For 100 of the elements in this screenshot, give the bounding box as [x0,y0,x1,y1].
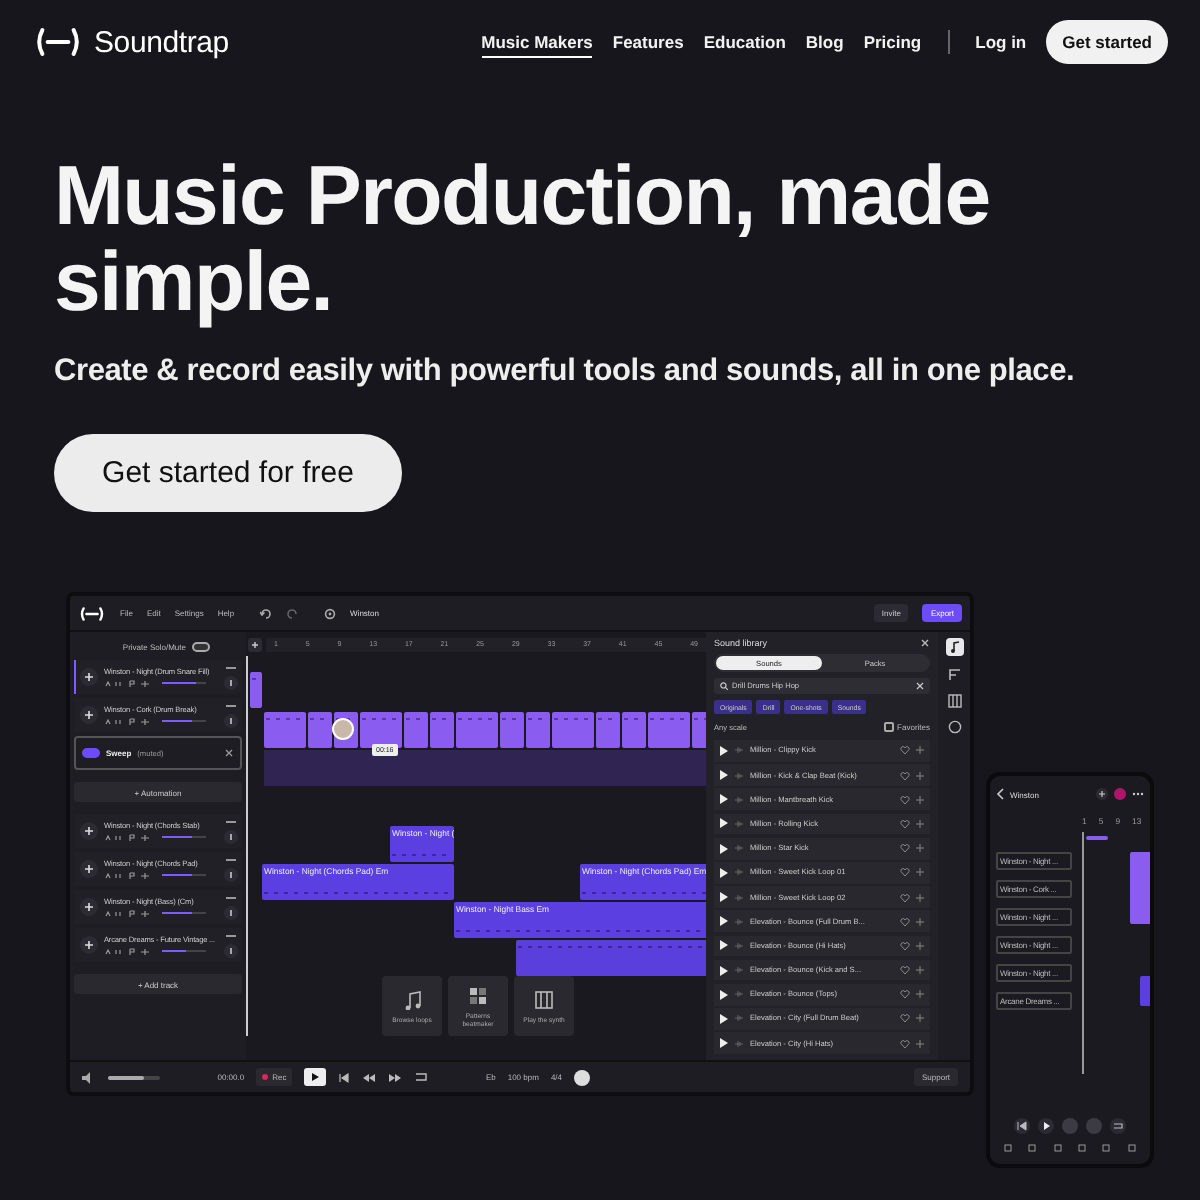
heart-icon[interactable] [900,1039,910,1048]
nav-link[interactable]: Features [612,27,684,57]
user-avatar[interactable] [574,1069,590,1085]
speaker-icon[interactable] [82,1071,96,1083]
mute-solo-icon[interactable] [104,909,124,917]
minimize-icon[interactable] [226,665,236,669]
mute-solo-icon[interactable] [104,679,124,687]
play-icon[interactable] [720,745,728,756]
heart-icon[interactable] [900,941,910,950]
redo-icon[interactable] [286,607,299,619]
automation-toggle[interactable] [82,748,100,758]
play-icon[interactable] [720,916,728,927]
minimize-icon[interactable] [226,857,236,861]
audio-clip[interactable] [516,940,706,976]
play-icon[interactable] [720,770,728,781]
logo-icon[interactable] [32,26,84,58]
logo-text[interactable]: Soundtrap [94,25,229,59]
piano-keys-icon[interactable] [947,694,961,708]
get-started-button[interactable]: Get started [1046,20,1168,64]
square-icon[interactable] [1102,1143,1111,1151]
nav-link[interactable]: Education [703,27,786,57]
minimize-icon[interactable] [226,819,236,823]
track-menu-icon[interactable] [224,829,238,843]
fx-icon[interactable] [140,833,150,841]
minimize-icon[interactable] [226,933,236,937]
audio-clip[interactable] [526,712,550,748]
track-menu-icon[interactable] [224,675,238,689]
mute-solo-icon[interactable] [104,947,124,955]
track-menu-icon[interactable] [224,905,238,919]
audio-clip[interactable] [360,712,402,748]
play-icon[interactable] [720,892,728,903]
mute-solo-icon[interactable] [104,871,124,879]
track-icon[interactable] [80,706,98,724]
play-icon[interactable] [720,843,728,854]
gear-icon[interactable] [324,607,337,619]
fast-forward-icon[interactable] [388,1071,403,1083]
track-menu-icon[interactable] [224,943,238,957]
heart-icon[interactable] [900,966,910,975]
square-icon[interactable] [1028,1143,1037,1151]
audio-clip[interactable] [692,712,706,748]
track-icon[interactable] [80,936,98,954]
audio-clip[interactable] [404,712,428,748]
back-icon[interactable] [996,788,1004,800]
audio-clip[interactable] [500,712,524,748]
fx-icon[interactable] [140,909,150,917]
logo-icon[interactable] [78,605,106,621]
audio-clip[interactable] [622,712,646,748]
heart-icon[interactable] [900,893,910,902]
loop-icon[interactable] [414,1070,429,1084]
play-icon[interactable] [304,1068,327,1086]
avatar[interactable] [332,718,354,740]
heart-icon[interactable] [900,771,910,780]
minimize-icon[interactable] [226,895,236,899]
login-link[interactable]: Log in [975,27,1027,57]
heart-icon[interactable] [900,990,910,999]
close-icon[interactable] [224,748,234,758]
square-icon[interactable] [1078,1143,1087,1151]
audio-clip[interactable] [648,712,690,748]
audio-clip[interactable] [308,712,332,748]
play-icon[interactable] [720,818,728,829]
undo-icon[interactable] [260,607,273,619]
heart-icon[interactable] [900,844,910,853]
play-icon[interactable] [720,965,728,976]
minimize-icon[interactable] [226,703,236,707]
track-menu-icon[interactable] [224,867,238,881]
close-icon[interactable] [920,638,930,648]
heart-icon[interactable] [900,819,910,828]
favorites-checkbox[interactable] [883,722,894,732]
play-icon[interactable] [720,1038,728,1049]
audio-clip[interactable] [596,712,620,748]
loop-icon[interactable] [1110,1118,1126,1134]
fx-icon[interactable] [140,679,150,687]
track-icon[interactable] [80,898,98,916]
track-icon[interactable] [80,668,98,686]
add-icon[interactable] [1096,788,1108,800]
heart-icon[interactable] [900,746,910,755]
track-icon[interactable] [80,822,98,840]
heart-icon[interactable] [900,868,910,877]
play-icon[interactable] [720,867,728,878]
play-icon[interactable] [720,989,728,1000]
play-icon[interactable] [720,794,728,805]
play-icon[interactable] [1038,1118,1054,1134]
fx-icon[interactable] [947,668,961,682]
add-icon[interactable] [248,637,262,651]
skip-back-icon[interactable] [1014,1118,1030,1134]
track-icon[interactable] [80,860,98,878]
nav-link[interactable]: Pricing [863,27,922,57]
heart-icon[interactable] [900,917,910,926]
fx-icon[interactable] [140,947,150,955]
audio-clip[interactable] [264,712,306,748]
heart-icon[interactable] [900,1014,910,1023]
nav-link[interactable]: Blog [805,27,844,57]
music-note-icon[interactable] [945,638,963,656]
play-icon[interactable] [720,1013,728,1024]
play-icon[interactable] [720,940,728,951]
heart-icon[interactable] [900,795,910,804]
track-menu-icon[interactable] [224,713,238,727]
clear-icon[interactable] [916,682,924,690]
audio-clip[interactable] [250,672,262,708]
square-icon[interactable] [1004,1143,1013,1151]
